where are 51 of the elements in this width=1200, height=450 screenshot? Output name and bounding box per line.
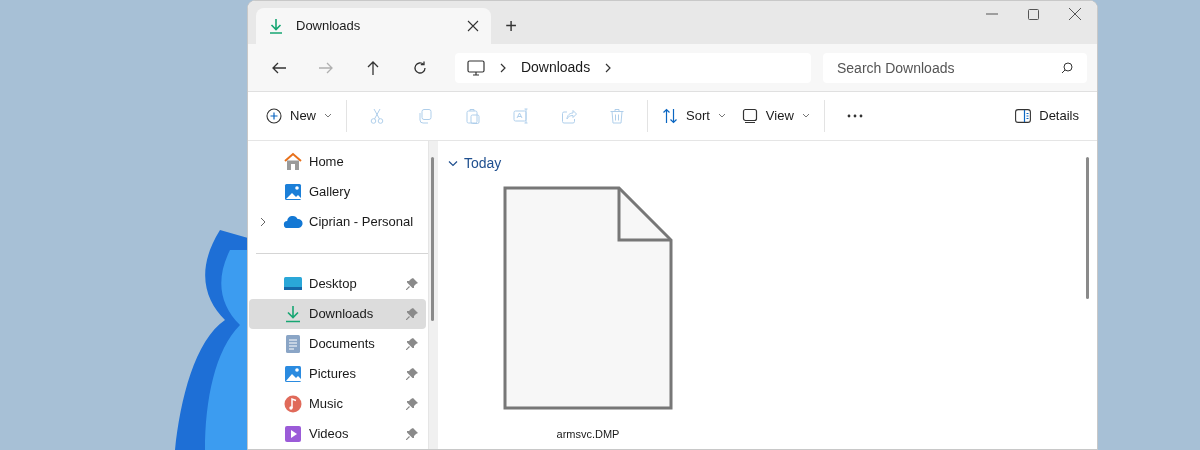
- sidebar-item[interactable]: Downloads: [249, 299, 426, 329]
- file-name[interactable]: armsvc.DMP: [556, 426, 620, 443]
- chevron-icon: [498, 62, 507, 73]
- sidebar-item[interactable]: Pictures: [249, 359, 426, 389]
- file-icon: [503, 186, 673, 410]
- view-button[interactable]: View: [733, 98, 818, 134]
- sidebar-item[interactable]: Videos: [249, 419, 426, 449]
- new-button[interactable]: New: [258, 98, 340, 134]
- scrollbar-track[interactable]: [428, 141, 438, 449]
- tab[interactable]: Downloads: [256, 8, 491, 44]
- scrollbar-thumb[interactable]: [1086, 157, 1089, 299]
- music-icon: [283, 394, 303, 414]
- pin-icon: [406, 338, 418, 350]
- caret-icon: [324, 113, 332, 119]
- refresh-icon: [411, 59, 428, 76]
- group-header[interactable]: Today: [464, 153, 502, 174]
- search-field[interactable]: Search Downloads: [822, 52, 1087, 83]
- sidebar-item[interactable]: Gallery: [249, 177, 426, 207]
- sidebar-item[interactable]: Home: [249, 147, 426, 177]
- pin-icon: [406, 368, 418, 380]
- house-icon: [283, 152, 303, 172]
- search-icon: [1060, 61, 1073, 74]
- sidebar-item[interactable]: Documents: [249, 329, 426, 359]
- sidebar-item[interactable]: Music: [249, 389, 426, 419]
- new-tab-button[interactable]: +: [491, 8, 531, 44]
- pin-icon: [406, 428, 418, 440]
- close-icon: [1069, 8, 1081, 20]
- scrollbar-thumb[interactable]: [431, 157, 434, 321]
- tab-title: Downloads: [296, 17, 362, 36]
- monitor-icon: [466, 59, 485, 76]
- picture-icon: [283, 364, 303, 384]
- sidebar-item[interactable]: Ciprian - Personal: [249, 207, 426, 237]
- caret-icon: [801, 113, 810, 119]
- video-icon: [283, 424, 303, 444]
- gallery-icon: [283, 182, 303, 202]
- close-icon: [467, 20, 479, 32]
- document-icon: [283, 334, 303, 354]
- breadcrumb-item[interactable]: Downloads: [520, 57, 591, 78]
- pin-icon: [406, 398, 418, 410]
- pin-icon: [406, 308, 418, 320]
- chevron-icon: [604, 62, 613, 73]
- caret-icon: [717, 113, 726, 119]
- download-icon: [283, 304, 303, 324]
- sort-button[interactable]: Sort: [654, 98, 734, 134]
- maximize-icon: [1028, 8, 1039, 20]
- download-icon: [268, 18, 284, 34]
- sidebar-item[interactable]: Desktop: [249, 269, 426, 299]
- details-button[interactable]: Details: [1007, 98, 1087, 134]
- pin-icon: [406, 278, 418, 290]
- details-pane-icon: [1015, 109, 1032, 123]
- address-bar[interactable]: Downloads: [454, 52, 811, 83]
